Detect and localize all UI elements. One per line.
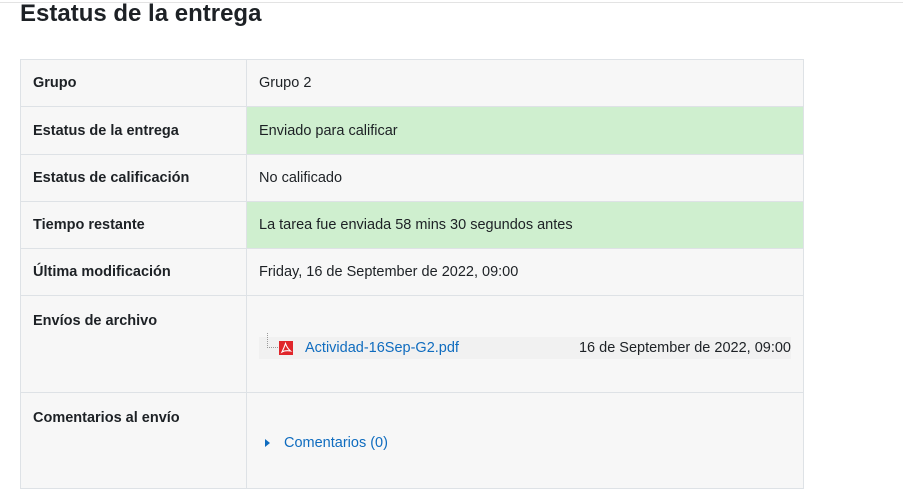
tree-connector: [267, 333, 278, 348]
table-row-submission-status: Estatus de la entrega Enviado para calif…: [20, 106, 804, 155]
file-link[interactable]: Actividad-16Sep-G2.pdf: [305, 340, 459, 356]
table-row-time-remaining: Tiempo restante La tarea fue enviada 58 …: [20, 201, 804, 249]
pdf-icon: [279, 341, 293, 355]
row-label-submission-status: Estatus de la entrega: [20, 106, 247, 155]
row-label-last-modified: Última modificación: [20, 248, 247, 296]
file-date: 16 de September de 2022, 09:00: [578, 340, 791, 356]
row-label-file-submissions: Envíos de archivo: [20, 295, 247, 393]
row-value-last-modified: Friday, 16 de September de 2022, 09:00: [246, 248, 804, 296]
row-label-grading-status: Estatus de calificación: [20, 154, 247, 202]
table-row-group: Grupo Grupo 2: [20, 59, 804, 107]
submission-status-table: Grupo Grupo 2 Estatus de la entrega Envi…: [20, 59, 804, 489]
row-label-group: Grupo: [20, 59, 247, 107]
table-row-grading-status: Estatus de calificación No calificado: [20, 154, 804, 202]
row-value-file-submissions: Actividad-16Sep-G2.pdf 16 de September d…: [246, 295, 804, 393]
table-row-file-submissions: Envíos de archivo Actividad-16Sep-G2.pdf…: [20, 295, 804, 393]
page-title: Estatus de la entrega: [20, 0, 262, 27]
row-value-grading-status: No calificado: [246, 154, 804, 202]
table-row-submission-comments: Comentarios al envío Comentarios (0): [20, 392, 804, 489]
comments-toggle-link[interactable]: Comentarios (0): [259, 435, 388, 451]
row-value-submission-comments: Comentarios (0): [246, 392, 804, 489]
row-value-submission-status: Enviado para calificar: [246, 106, 804, 155]
table-row-last-modified: Última modificación Friday, 16 de Septem…: [20, 248, 804, 296]
comments-link-label: Comentarios (0): [284, 434, 388, 451]
file-entry: Actividad-16Sep-G2.pdf 16 de September d…: [259, 333, 791, 359]
caret-right-icon: [265, 438, 270, 447]
row-label-submission-comments: Comentarios al envío: [20, 392, 247, 489]
row-value-time-remaining: La tarea fue enviada 58 mins 30 segundos…: [246, 201, 804, 249]
row-label-time-remaining: Tiempo restante: [20, 201, 247, 249]
row-value-group: Grupo 2: [246, 59, 804, 107]
